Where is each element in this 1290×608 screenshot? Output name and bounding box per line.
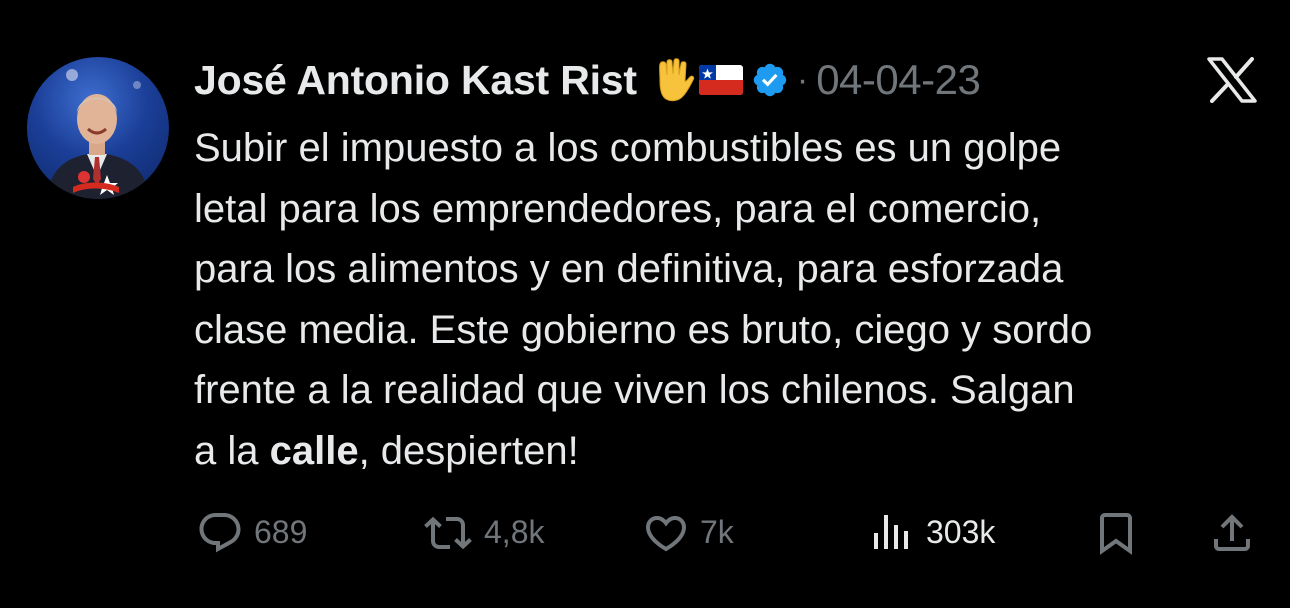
tweet-line: para los alimentos y en definitiva, para… <box>194 247 1064 291</box>
heart-icon <box>645 515 687 551</box>
bold-word: calle <box>269 428 359 473</box>
share-icon <box>1214 513 1250 551</box>
like-count: 7k <box>700 514 734 550</box>
views-icon <box>874 514 908 549</box>
reply-icon <box>199 512 241 552</box>
tweet-line: letal para los emprendedores, para el co… <box>194 186 1042 231</box>
raised-hand-icon <box>651 57 695 103</box>
reply-button[interactable]: 689 <box>196 505 307 560</box>
bookmark-button[interactable] <box>1092 505 1140 560</box>
avatar-photo <box>47 69 149 199</box>
separator-dot: · <box>796 60 809 99</box>
chile-flag-icon <box>698 65 743 95</box>
verified-badge-icon[interactable] <box>751 61 789 99</box>
views-button[interactable]: 303k <box>868 505 995 560</box>
share-button[interactable] <box>1208 505 1256 560</box>
tweet-line: Subir el impuesto a los combustibles es … <box>194 126 1062 170</box>
text-segment: a la <box>194 428 270 473</box>
reply-count: 689 <box>254 514 308 550</box>
repost-icon <box>424 516 472 549</box>
tweet-header: José Antonio Kast Rist · 04-04-23 <box>194 50 981 110</box>
action-bar: 689 4,8k 7k 303k <box>0 505 1290 560</box>
x-logo-icon[interactable] <box>1207 57 1257 108</box>
views-count: 303k <box>926 514 996 550</box>
bookmark-icon <box>1100 512 1132 555</box>
tweet-text: Subir el impuesto a los combustibles es … <box>194 118 1279 481</box>
like-button[interactable]: 7k <box>642 505 734 560</box>
tweet-date[interactable]: 04-04-23 <box>816 56 981 104</box>
repost-button[interactable]: 4,8k <box>422 505 544 560</box>
repost-count: 4,8k <box>484 514 545 550</box>
avatar[interactable] <box>27 57 169 199</box>
author-name[interactable]: José Antonio Kast Rist <box>194 57 637 104</box>
tweet-line: clase media. Este gobierno es bruto, cie… <box>194 307 1093 352</box>
tweet-line: frente a la realidad que viven los chile… <box>194 368 1075 412</box>
tweet-line-last: a la calle, despierten! <box>194 421 1279 482</box>
text-segment: , despierten! <box>358 428 579 473</box>
